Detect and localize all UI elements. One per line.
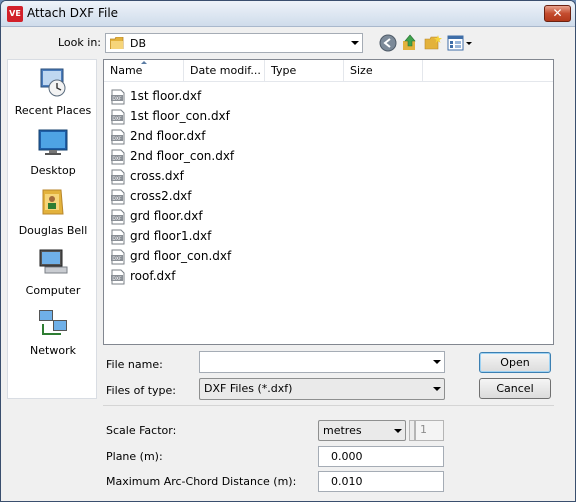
chevron-down-icon[interactable]	[351, 41, 359, 45]
dxf-file-icon: DXF	[111, 229, 125, 245]
attach-dxf-dialog: VE Attach DXF File ✕ Look in: DB Recent …	[0, 0, 576, 502]
look-in-dropdown[interactable]: DB	[105, 33, 363, 53]
places-bar: Recent Places Desktop Douglas Bell Compu…	[7, 59, 97, 399]
place-label: Desktop	[30, 164, 76, 177]
column-headers: Name Date modif... Type Size	[104, 60, 553, 82]
place-computer[interactable]: Computer	[8, 246, 98, 297]
file-icon-label: DXF	[112, 136, 122, 142]
file-icon-label: DXF	[112, 256, 122, 262]
file-icon-label: DXF	[112, 96, 122, 102]
file-icon-label: DXF	[112, 196, 122, 202]
dxf-file-icon: DXF	[111, 249, 125, 265]
window-title: Attach DXF File	[27, 6, 119, 20]
folder-icon	[110, 37, 124, 49]
look-in-value: DB	[130, 37, 147, 50]
dxf-file-icon: DXF	[111, 269, 125, 285]
dxf-file-icon: DXF	[111, 89, 125, 105]
file-name: roof.dxf	[130, 269, 176, 283]
chevron-down-icon[interactable]	[433, 360, 441, 364]
file-list-item[interactable]: DXF cross2.dxf	[110, 187, 260, 207]
scale-unit-value: metres	[323, 424, 362, 437]
back-icon[interactable]	[379, 34, 397, 52]
user-folder-icon	[42, 189, 64, 215]
chevron-down-icon[interactable]	[433, 387, 441, 391]
file-list-item[interactable]: DXF grd floor_con.dxf	[110, 247, 260, 267]
place-network[interactable]: Network	[8, 306, 98, 357]
file-name: grd floor_con.dxf	[130, 249, 232, 263]
dxf-file-icon: DXF	[111, 189, 125, 205]
arc-chord-input[interactable]: 0.010	[318, 471, 444, 492]
file-list-item[interactable]: DXF 1st floor.dxf	[110, 87, 260, 107]
dialog-body: Look in: DB Recent Places Desktop Dougla…	[1, 27, 575, 501]
desktop-icon	[38, 129, 68, 155]
look-in-label: Look in:	[58, 36, 101, 49]
place-douglas-bell[interactable]: Douglas Bell	[8, 186, 98, 237]
place-label: Douglas Bell	[18, 224, 88, 237]
file-icon-label: DXF	[112, 276, 122, 282]
computer-icon	[39, 249, 68, 274]
scale-factor-label: Scale Factor:	[106, 424, 177, 437]
place-recent-places[interactable]: Recent Places	[8, 66, 98, 117]
file-type-label: Files of type:	[106, 384, 177, 397]
column-header-type[interactable]: Type	[265, 60, 344, 81]
close-button[interactable]: ✕	[544, 5, 571, 22]
dxf-file-icon: DXF	[111, 129, 125, 145]
scale-factor-field: 1	[415, 420, 444, 441]
scale-unit-select[interactable]: metres	[318, 420, 406, 441]
chevron-down-icon[interactable]	[394, 429, 402, 433]
open-button[interactable]: Open	[479, 352, 551, 373]
place-label: Recent Places	[14, 104, 92, 117]
file-list[interactable]: Name Date modif... Type Size DXF 1st floo…	[103, 59, 554, 345]
plane-input[interactable]: 0.000	[318, 446, 444, 467]
file-name: 2nd floor.dxf	[130, 129, 206, 143]
place-label: Computer	[25, 284, 81, 297]
app-logo-icon: VE	[7, 6, 23, 22]
column-header-size[interactable]: Size	[344, 60, 423, 81]
file-name: 1st floor_con.dxf	[130, 109, 230, 123]
file-name: grd floor.dxf	[130, 209, 203, 223]
file-name: 2nd floor_con.dxf	[130, 149, 235, 163]
divider	[103, 405, 554, 406]
file-icon-label: DXF	[112, 116, 122, 122]
file-name: grd floor1.dxf	[130, 229, 212, 243]
place-desktop[interactable]: Desktop	[8, 126, 98, 177]
file-name-label: File name:	[106, 358, 163, 371]
file-list-item[interactable]: DXF roof.dxf	[110, 267, 260, 287]
network-icon	[39, 310, 67, 335]
file-list-item[interactable]: DXF cross.dxf	[110, 167, 260, 187]
place-label: Network	[30, 344, 76, 357]
file-name: 1st floor.dxf	[130, 89, 202, 103]
file-list-item[interactable]: DXF grd floor1.dxf	[110, 227, 260, 247]
column-header-date-modified[interactable]: Date modif...	[184, 60, 265, 81]
arc-chord-label: Maximum Arc-Chord Distance (m):	[106, 475, 297, 488]
file-type-select[interactable]: DXF Files (*.dxf)	[199, 378, 445, 400]
dxf-file-icon: DXF	[111, 209, 125, 225]
dxf-file-icon: DXF	[111, 169, 125, 185]
file-list-item[interactable]: DXF 2nd floor.dxf	[110, 127, 260, 147]
plane-label: Plane (m):	[106, 450, 163, 463]
title-bar: VE Attach DXF File ✕	[1, 1, 575, 27]
new-folder-icon[interactable]	[424, 34, 442, 52]
file-name: cross2.dxf	[130, 189, 192, 203]
sort-ascending-icon	[141, 61, 147, 64]
file-name: cross.dxf	[130, 169, 184, 183]
file-list-item[interactable]: DXF 2nd floor_con.dxf	[110, 147, 260, 167]
dxf-file-icon: DXF	[111, 149, 125, 165]
file-name-input[interactable]	[199, 351, 445, 373]
dxf-file-icon: DXF	[111, 109, 125, 125]
file-icon-label: DXF	[112, 216, 122, 222]
file-icon-label: DXF	[112, 236, 122, 242]
file-list-item[interactable]: DXF 1st floor_con.dxf	[110, 107, 260, 127]
recent-places-icon	[40, 68, 66, 97]
file-list-item[interactable]: DXF grd floor.dxf	[110, 207, 260, 227]
cancel-button[interactable]: Cancel	[479, 378, 551, 399]
view-menu-icon[interactable]	[447, 34, 473, 52]
file-icon-label: DXF	[112, 176, 122, 182]
file-icon-label: DXF	[112, 156, 122, 162]
file-type-value: DXF Files (*.dxf)	[204, 382, 293, 395]
up-folder-icon[interactable]	[401, 34, 419, 52]
